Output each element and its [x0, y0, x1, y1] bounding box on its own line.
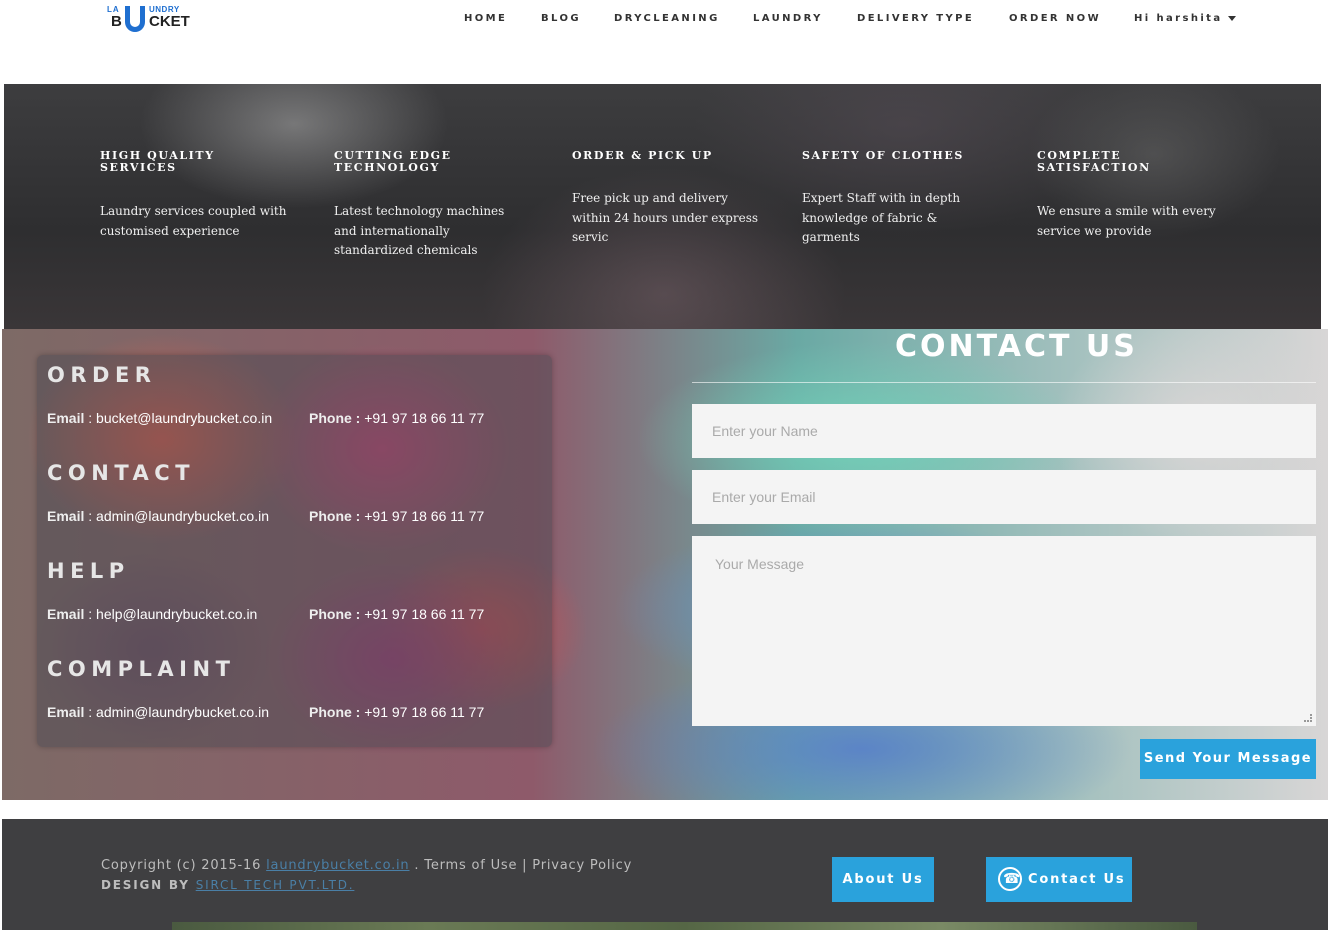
email-label: Email	[47, 704, 85, 720]
terms-privacy-text[interactable]: . Terms of Use | Privacy Policy	[414, 858, 632, 873]
logo-bucket-icon	[125, 6, 145, 32]
phone-value[interactable]: +91 97 18 66 11 77	[364, 508, 484, 524]
contact-email-row: Email : admin@laundrybucket.co.in	[47, 704, 270, 720]
chevron-down-icon	[1227, 15, 1236, 21]
email-label: Email	[47, 508, 85, 524]
copyright-text: Copyright (c) 2015-16	[101, 858, 262, 873]
contact-us-label: Contact Us	[1028, 872, 1126, 887]
logo[interactable]: LA UNDRY B CKET	[107, 4, 199, 36]
phone-label: Phone :	[309, 704, 361, 720]
site-header: LA UNDRY B CKET HOME BLOG DRYCLEANING LA…	[0, 0, 1328, 84]
feature-title: HIGH QUALITY SERVICES	[100, 149, 215, 174]
feature-text: Expert Staff with in depth knowledge of …	[802, 191, 961, 244]
nav-laundry[interactable]: LAUNDRY	[753, 13, 823, 24]
phone-label: Phone :	[309, 508, 361, 524]
site-footer: Copyright (c) 2015-16 laundrybucket.co.i…	[2, 819, 1328, 930]
feature-title: COMPLETE SATISFACTION	[1037, 149, 1151, 174]
email-value[interactable]: admin@laundrybucket.co.in	[96, 704, 269, 720]
nav-order-now[interactable]: ORDER NOW	[1009, 13, 1101, 24]
feature-card: HIGH QUALITY SERVICES Laundry services c…	[100, 150, 295, 241]
phone-value[interactable]: +91 97 18 66 11 77	[364, 606, 484, 622]
user-menu-label: Hi harshita	[1134, 13, 1223, 24]
about-us-button[interactable]: About Us	[832, 857, 934, 902]
phone-icon	[998, 867, 1022, 891]
nav-blog[interactable]: BLOG	[541, 13, 581, 24]
feature-text: We ensure a smile with every service we …	[1037, 204, 1216, 238]
email-label: Email	[47, 410, 85, 426]
nav-delivery-type[interactable]: DELIVERY TYPE	[857, 13, 974, 24]
phone-value[interactable]: +91 97 18 66 11 77	[364, 704, 484, 720]
phone-label: Phone :	[309, 606, 361, 622]
nav-drycleaning[interactable]: DRYCLEANING	[614, 13, 720, 24]
email-input[interactable]: Enter your Email	[692, 470, 1316, 524]
contact-form-title: CONTACT US	[895, 329, 1138, 364]
feature-text: Laundry services coupled with customised…	[100, 204, 287, 238]
footer-image-strip	[172, 922, 1197, 930]
contact-us-button[interactable]: Contact Us	[986, 857, 1132, 902]
contact-email-row: Email : admin@laundrybucket.co.in	[47, 508, 270, 524]
contact-block-contact: CONTACT	[47, 461, 195, 485]
contact-block-title: COMPLAINT	[47, 657, 236, 681]
logo-text-bottom-right: CKET	[149, 13, 190, 30]
design-company-link[interactable]: SIRCL TECH PVT.LTD.	[196, 878, 355, 892]
email-label: Email	[47, 606, 85, 622]
resize-handle-icon[interactable]	[1304, 714, 1312, 722]
nav-home[interactable]: HOME	[464, 13, 507, 24]
user-menu[interactable]: Hi harshita	[1134, 13, 1236, 24]
email-value[interactable]: bucket@laundrybucket.co.in	[96, 410, 272, 426]
contact-block-title: HELP	[47, 559, 130, 583]
feature-text: Free pick up and delivery within 24 hour…	[572, 191, 759, 244]
contact-email-row: Email : bucket@laundrybucket.co.in	[47, 410, 273, 426]
message-textarea[interactable]: Your Message	[692, 536, 1316, 726]
design-credit: DESIGN BY SIRCL TECH PVT.LTD.	[101, 878, 354, 892]
contact-phone-row: Phone : +91 97 18 66 11 77	[309, 508, 484, 524]
contact-block-title: CONTACT	[47, 461, 196, 485]
copyright-line: Copyright (c) 2015-16 laundrybucket.co.i…	[101, 858, 632, 873]
logo-text-bottom-left: B	[111, 13, 123, 30]
contact-block-order: ORDER	[47, 363, 156, 387]
contact-block-complaint: COMPLAINT	[47, 657, 235, 681]
design-label: DESIGN BY	[101, 878, 190, 892]
features-band: HIGH QUALITY SERVICES Laundry services c…	[4, 84, 1321, 329]
send-message-button[interactable]: Send Your Message	[1140, 739, 1316, 779]
message-placeholder: Your Message	[715, 556, 804, 572]
feature-title: CUTTING EDGE TECHNOLOGY	[334, 149, 452, 174]
feature-card: CUTTING EDGE TECHNOLOGY Latest technolog…	[334, 150, 529, 261]
feature-card: SAFETY OF CLOTHES Expert Staff with in d…	[802, 150, 997, 248]
phone-value[interactable]: +91 97 18 66 11 77	[364, 410, 484, 426]
form-divider	[692, 382, 1316, 383]
contact-phone-row: Phone : +91 97 18 66 11 77	[309, 606, 484, 622]
feature-text: Latest technology machines and internati…	[334, 204, 505, 257]
contact-phone-row: Phone : +91 97 18 66 11 77	[309, 410, 484, 426]
contact-block-help: HELP	[47, 559, 130, 583]
email-value[interactable]: help@laundrybucket.co.in	[96, 606, 257, 622]
feature-card: ORDER & PICK UP Free pick up and deliver…	[572, 150, 767, 248]
contact-phone-row: Phone : +91 97 18 66 11 77	[309, 704, 484, 720]
email-value[interactable]: admin@laundrybucket.co.in	[96, 508, 269, 524]
contact-email-row: Email : help@laundrybucket.co.in	[47, 606, 258, 622]
feature-title: ORDER & PICK UP	[572, 149, 713, 162]
contact-section: ORDER Email : bucket@laundrybucket.co.in…	[2, 329, 1328, 800]
site-link[interactable]: laundrybucket.co.in	[266, 858, 409, 873]
name-input[interactable]: Enter your Name	[692, 404, 1316, 458]
feature-card: COMPLETE SATISFACTION We ensure a smile …	[1037, 150, 1232, 241]
phone-label: Phone :	[309, 410, 361, 426]
feature-title: SAFETY OF CLOTHES	[802, 149, 964, 162]
contact-block-title: ORDER	[47, 363, 157, 387]
